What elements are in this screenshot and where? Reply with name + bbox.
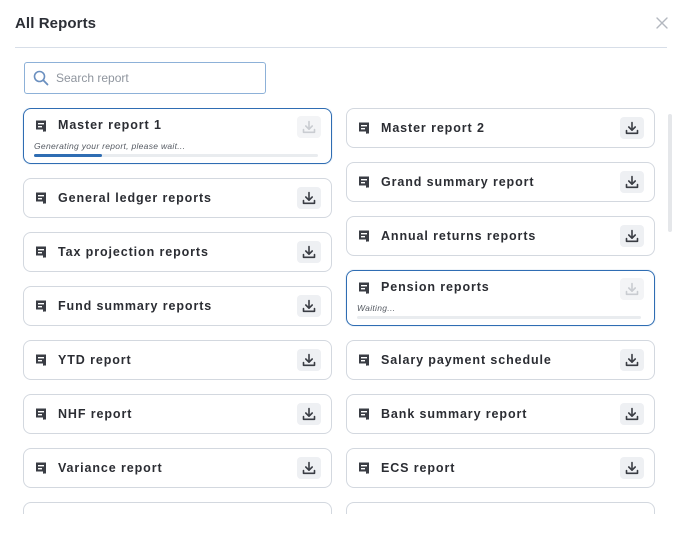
document-icon bbox=[357, 121, 371, 135]
download-button[interactable] bbox=[620, 457, 644, 479]
report-label: Bank summary report bbox=[381, 407, 528, 421]
report-card[interactable]: NHF report bbox=[23, 394, 332, 434]
download-button[interactable] bbox=[297, 349, 321, 371]
report-label: Annual returns reports bbox=[381, 229, 537, 243]
report-card[interactable]: Annual returns reports bbox=[346, 216, 655, 256]
document-icon bbox=[34, 299, 48, 313]
report-label: Pension reports bbox=[381, 280, 490, 294]
report-card[interactable]: Bank summary report bbox=[346, 394, 655, 434]
search-box bbox=[24, 62, 266, 94]
header-divider bbox=[15, 47, 667, 48]
report-label: Variance report bbox=[58, 461, 163, 475]
report-card[interactable] bbox=[23, 502, 332, 514]
report-status-text: Generating your report, please wait... bbox=[34, 141, 186, 151]
download-button[interactable] bbox=[620, 349, 644, 371]
report-column-left: Master report 1 Generating your report, … bbox=[23, 108, 332, 514]
document-icon bbox=[34, 353, 48, 367]
all-reports-modal: All Reports Master report 1 Generating y… bbox=[0, 0, 688, 553]
report-card[interactable]: ECS report bbox=[346, 448, 655, 488]
report-label: NHF report bbox=[58, 407, 133, 421]
document-icon bbox=[34, 191, 48, 205]
report-label: Tax projection reports bbox=[58, 245, 209, 259]
progress-bar bbox=[34, 154, 318, 157]
document-icon bbox=[357, 229, 371, 243]
progress-fill bbox=[34, 154, 103, 157]
progress-bar bbox=[357, 316, 641, 319]
report-label: General ledger reports bbox=[58, 191, 212, 205]
report-card[interactable] bbox=[346, 502, 655, 514]
report-card[interactable]: Pension reports Waiting... bbox=[346, 270, 655, 326]
download-button[interactable] bbox=[620, 225, 644, 247]
document-icon bbox=[357, 281, 371, 295]
download-button[interactable] bbox=[297, 403, 321, 425]
report-card[interactable]: Fund summary reports bbox=[23, 286, 332, 326]
report-card[interactable]: YTD report bbox=[23, 340, 332, 380]
download-button[interactable] bbox=[297, 187, 321, 209]
report-label: Salary payment schedule bbox=[381, 353, 552, 367]
report-card[interactable]: Master report 2 bbox=[346, 108, 655, 148]
report-card[interactable]: Tax projection reports bbox=[23, 232, 332, 272]
download-button[interactable] bbox=[620, 171, 644, 193]
download-button[interactable] bbox=[620, 117, 644, 139]
report-card[interactable]: Grand summary report bbox=[346, 162, 655, 202]
report-card[interactable]: Variance report bbox=[23, 448, 332, 488]
scrollbar[interactable] bbox=[668, 114, 672, 232]
modal-title: All Reports bbox=[15, 15, 97, 32]
document-icon bbox=[34, 461, 48, 475]
report-card[interactable]: Master report 1 Generating your report, … bbox=[23, 108, 332, 164]
search-icon bbox=[33, 70, 49, 86]
document-icon bbox=[357, 407, 371, 421]
download-button bbox=[620, 278, 644, 300]
download-button[interactable] bbox=[297, 241, 321, 263]
document-icon bbox=[34, 119, 48, 133]
report-label: YTD report bbox=[58, 353, 132, 367]
report-card[interactable]: Salary payment schedule bbox=[346, 340, 655, 380]
report-label: Grand summary report bbox=[381, 175, 535, 189]
report-label: ECS report bbox=[381, 461, 456, 475]
document-icon bbox=[357, 461, 371, 475]
report-label: Fund summary reports bbox=[58, 299, 213, 313]
document-icon bbox=[357, 175, 371, 189]
download-button[interactable] bbox=[297, 457, 321, 479]
document-icon bbox=[34, 245, 48, 259]
close-icon[interactable] bbox=[655, 16, 669, 30]
download-button bbox=[297, 116, 321, 138]
document-icon bbox=[357, 353, 371, 367]
search-input[interactable] bbox=[56, 63, 261, 93]
report-column-right: Master report 2 Grand summary report Ann… bbox=[346, 108, 655, 514]
download-button[interactable] bbox=[297, 295, 321, 317]
report-status-text: Waiting... bbox=[357, 303, 396, 313]
report-label: Master report 2 bbox=[381, 121, 485, 135]
report-label: Master report 1 bbox=[58, 118, 162, 132]
report-list: Master report 1 Generating your report, … bbox=[0, 108, 688, 514]
download-button[interactable] bbox=[620, 403, 644, 425]
document-icon bbox=[34, 407, 48, 421]
report-card[interactable]: General ledger reports bbox=[23, 178, 332, 218]
